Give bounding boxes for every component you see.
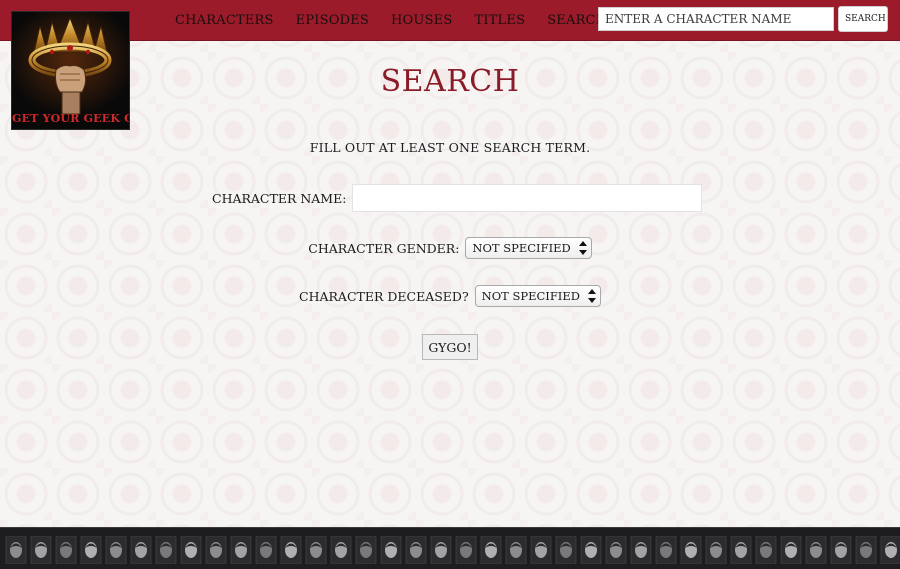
footer-faces-banner	[0, 527, 900, 569]
face-portrait	[5, 536, 27, 564]
face-portrait	[530, 536, 552, 564]
face-portrait	[455, 536, 477, 564]
face-portrait	[780, 536, 802, 564]
face-portrait	[680, 536, 702, 564]
search-instruction: FILL OUT AT LEAST ONE SEARCH TERM.	[309, 140, 591, 155]
face-portrait	[80, 536, 102, 564]
face-portrait	[330, 536, 352, 564]
nav-search-form: SEARCH	[598, 6, 888, 32]
face-portrait	[155, 536, 177, 564]
character-gender-value: NOT SPECIFIED	[472, 241, 571, 255]
face-portrait	[405, 536, 427, 564]
face-portrait	[655, 536, 677, 564]
face-portrait	[855, 536, 877, 564]
character-deceased-row: CHARACTER DECEASED? NOT SPECIFIED	[0, 285, 900, 307]
face-portrait	[130, 536, 152, 564]
face-portrait	[605, 536, 627, 564]
face-portrait	[705, 536, 727, 564]
character-gender-label: CHARACTER GENDER:	[308, 240, 460, 256]
faces-strip-image	[5, 536, 900, 564]
logo-text: GET YOUR GEEK ON	[12, 112, 129, 125]
top-navbar: CHARACTERS EPISODES HOUSES TITLES SEARCH…	[0, 0, 900, 41]
face-portrait	[305, 536, 327, 564]
face-portrait	[755, 536, 777, 564]
character-deceased-label: CHARACTER DECEASED?	[299, 288, 469, 304]
character-name-label: CHARACTER NAME:	[212, 190, 347, 206]
nav-link-episodes[interactable]: EPISODES	[285, 13, 380, 28]
face-portrait	[805, 536, 827, 564]
select-arrows-icon	[587, 289, 596, 303]
face-portrait	[55, 536, 77, 564]
nav-search-button[interactable]: SEARCH	[838, 6, 888, 32]
face-portrait	[480, 536, 502, 564]
face-portrait	[830, 536, 852, 564]
submit-wrap: GYGO!	[0, 334, 900, 360]
nav-link-houses[interactable]: HOUSES	[380, 13, 463, 28]
face-portrait	[430, 536, 452, 564]
face-portrait	[730, 536, 752, 564]
face-portrait	[30, 536, 52, 564]
nav-link-characters[interactable]: CHARACTERS	[164, 13, 285, 28]
page-title: SEARCH	[380, 64, 520, 99]
character-deceased-select[interactable]: NOT SPECIFIED	[474, 285, 601, 307]
face-portrait	[380, 536, 402, 564]
character-search-input[interactable]	[598, 7, 834, 31]
face-portrait	[505, 536, 527, 564]
face-portrait	[630, 536, 652, 564]
gygo-submit-button[interactable]: GYGO!	[422, 334, 478, 360]
select-arrows-icon	[578, 241, 587, 255]
face-portrait	[555, 536, 577, 564]
face-portrait	[205, 536, 227, 564]
face-portrait	[355, 536, 377, 564]
face-portrait	[255, 536, 277, 564]
character-name-row: CHARACTER NAME:	[60, 184, 900, 212]
face-portrait	[580, 536, 602, 564]
face-portrait	[280, 536, 302, 564]
character-gender-select[interactable]: NOT SPECIFIED	[465, 237, 592, 259]
face-portrait	[230, 536, 252, 564]
nav-link-titles[interactable]: TITLES	[463, 13, 536, 28]
face-portrait	[180, 536, 202, 564]
nav-links: CHARACTERS EPISODES HOUSES TITLES SEARCH	[164, 0, 618, 40]
face-portrait	[105, 536, 127, 564]
character-name-input[interactable]	[352, 184, 703, 212]
character-gender-row: CHARACTER GENDER: NOT SPECIFIED	[0, 237, 900, 259]
face-portrait	[880, 536, 900, 564]
character-deceased-value: NOT SPECIFIED	[481, 289, 580, 303]
